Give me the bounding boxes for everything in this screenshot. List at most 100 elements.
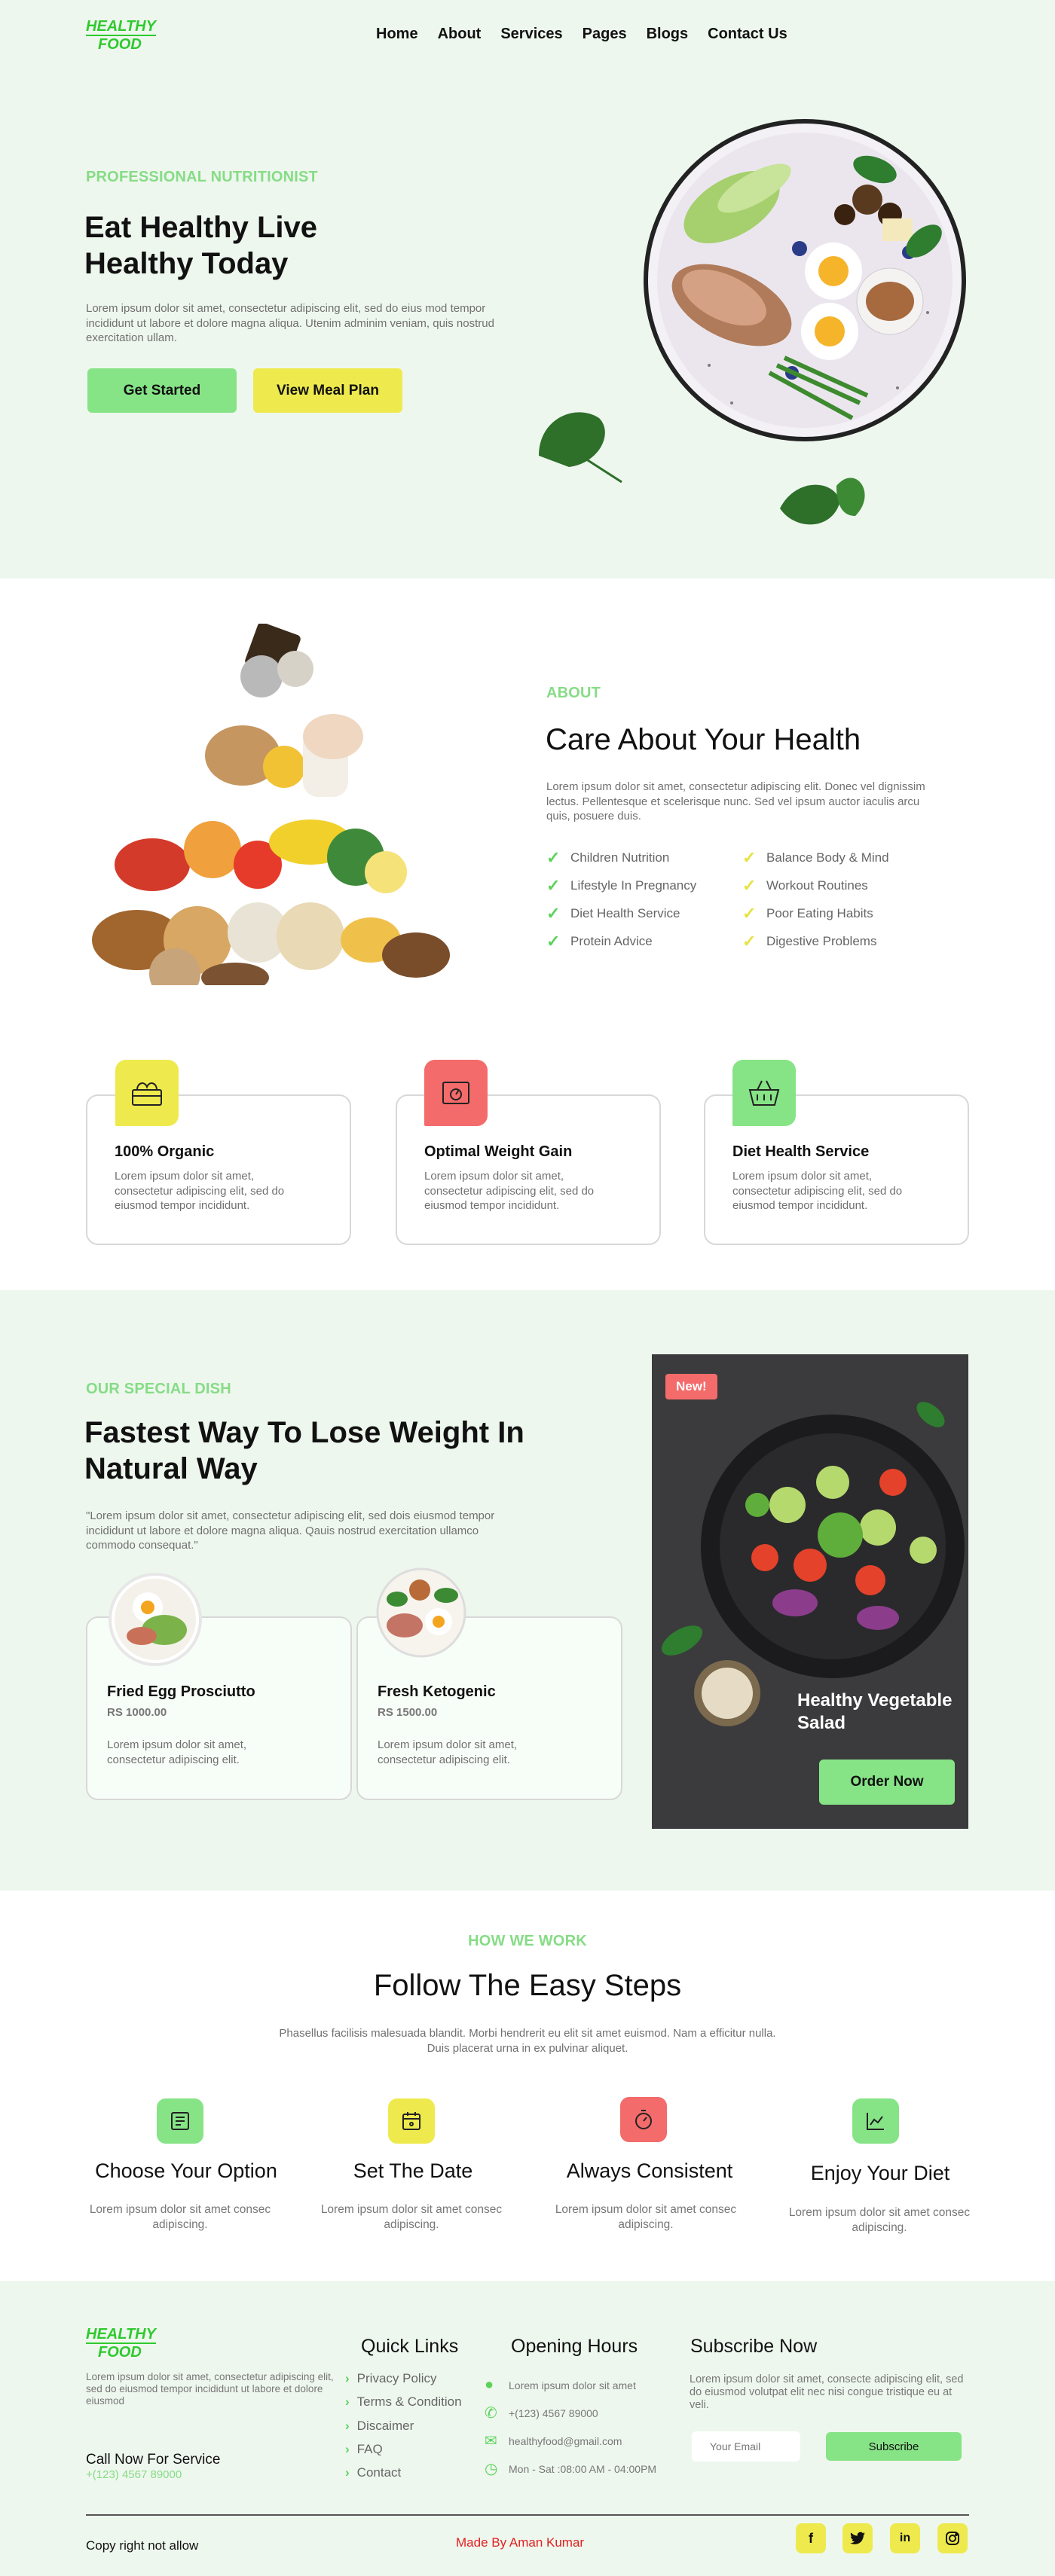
footer-link-privacy[interactable]: › Privacy Policy [345,2371,436,2386]
opening-text: +(123) 4567 89000 [509,2407,598,2419]
brand-line2: FOOD [98,2344,142,2361]
about-title: Care About Your Health [546,723,861,756]
chevron-right-icon: › [345,2442,350,2456]
instagram-icon[interactable] [937,2523,968,2553]
hero-text: Lorem ipsum dolor sit amet, consectetur … [86,302,494,344]
how-title: Follow The Easy Steps [373,1969,682,2002]
special-text: "Lorem ipsum dolor sit amet, consectetur… [86,1509,495,1552]
subscribe-button[interactable]: Subscribe [826,2432,962,2461]
opening-hours-title: Opening Hours [511,2336,638,2357]
feature-item: ✓ Poor Eating Habits [742,899,889,927]
new-badge: New! [665,1374,717,1399]
email-input[interactable] [692,2431,800,2462]
service-text: Lorem ipsum dolor sit amet, consectetur … [115,1170,285,1212]
linkedin-icon[interactable]: in [890,2523,920,2553]
feature-item: ✓ Workout Routines [742,871,889,899]
about-kicker: ABOUT [546,685,601,701]
opening-item: ◷ Mon - Sat :08:00 AM - 04:00PM [485,2455,673,2483]
facebook-icon[interactable]: f [796,2523,826,2553]
subscribe-text: Lorem ipsum dolor sit amet, consecte adi… [690,2373,964,2411]
link-label: Terms & Condition [356,2394,462,2409]
stopwatch-icon [620,2097,667,2142]
special-title: Fastest Way To Lose Weight In Natural Wa… [84,1415,524,1487]
footer-link-terms[interactable]: › Terms & Condition [345,2394,462,2410]
opening-text: Lorem ipsum dolor sit amet [509,2379,636,2391]
step-title: Enjoy Your Diet [810,2162,950,2184]
step-text: Lorem ipsum dolor sit amet consec adipis… [320,2203,503,2231]
how-we-work-section: HOW WE WORK Follow The Easy Steps Phasel… [0,1891,1055,2281]
scale-icon [424,1060,488,1126]
nav-blogs[interactable]: Blogs [647,26,689,43]
nav-about[interactable]: About [438,26,482,43]
dish-image [109,1573,202,1666]
quick-links-title: Quick Links [361,2336,459,2357]
service-card-diet: Diet Health Service Lorem ipsum dolor si… [704,1060,969,1245]
feature-item: ✓ Diet Health Service [546,899,696,927]
brand-line1: HEALTHY [86,2326,156,2344]
copyright-text: Copy right not allow [86,2538,199,2553]
chevron-right-icon: › [345,2465,350,2480]
twitter-icon[interactable] [842,2523,873,2553]
features-left-list: ✓ Children Nutrition ✓ Lifestyle In Pregna… [546,844,696,955]
nav-services[interactable]: Services [500,26,562,43]
dish-card[interactable]: Fried Egg Prosciutto RS 1000.00 Lorem ip… [86,1573,352,1800]
step-text: Lorem ipsum dolor sit amet consec adipis… [89,2203,271,2231]
footer-link-faq[interactable]: › FAQ [345,2442,383,2457]
footer-link-disclaimer[interactable]: › Discaimer [345,2419,414,2434]
step-title: Choose Your Option [95,2159,277,2182]
promo-card: New! Healthy Vegetable Salad Order Now [652,1354,968,1829]
mail-icon: ✉ [485,2433,497,2449]
order-now-button[interactable]: Order Now [819,1760,955,1805]
opening-list: ● Lorem ipsum dolor sit amet ✆ +(123) 4567… [485,2371,673,2483]
promo-title-line2: Salad [797,1713,846,1733]
dish-name: Fried Egg Prosciutto [107,1683,255,1700]
spinach-leaf-image [531,403,629,486]
nav-home[interactable]: Home [376,26,418,43]
call-label: Call Now For Service [86,2452,221,2468]
link-label: FAQ [356,2442,383,2456]
footer-link-contact[interactable]: › Contact [345,2465,401,2480]
clock-icon: ◷ [485,2461,498,2477]
dish-name: Fresh Ketogenic [378,1683,496,1700]
chevron-right-icon: › [345,2394,350,2409]
view-meal-plan-button[interactable]: View Meal Plan [253,368,402,413]
footer-about-text: Lorem ipsum dolor sit amet, consectetur … [86,2371,334,2407]
crate-icon [115,1060,179,1126]
feature-item: ✓ Lifestyle In Pregnancy [546,871,696,899]
dish-image [375,1561,468,1659]
brand-logo[interactable]: HEALTHY FOOD [86,18,156,53]
nav-pages[interactable]: Pages [583,26,627,43]
dish-text: Lorem ipsum dolor sit amet, consectetur … [378,1738,518,1766]
opening-text: healthyfood@gmail.com [509,2434,622,2447]
footer-logo[interactable]: HEALTHY FOOD [86,2326,156,2361]
special-dish-section: OUR SPECIAL DISH Fastest Way To Lose Wei… [0,1290,1055,1891]
hero-kicker: PROFESSIONAL NUTRITIONIST [86,169,318,185]
special-title-line2: Natural Way [84,1452,258,1485]
calendar-icon [388,2098,435,2144]
checkmark-icon: ✓ [742,903,757,923]
chart-icon [852,2098,899,2144]
step-title: Set The Date [353,2159,473,2182]
service-title: 100% Organic [115,1143,215,1160]
hero-plate-image [641,117,968,444]
step-title: Always Consistent [566,2159,733,2182]
main-nav: Home About Services Pages Blogs Contact … [376,26,807,43]
feature-label: Balance Body & Mind [766,850,889,865]
get-started-button[interactable]: Get Started [87,368,237,413]
call-number[interactable]: +(123) 4567 89000 [86,2468,182,2481]
promo-title: Healthy Vegetable Salad [797,1689,952,1735]
hero-title: Eat Healthy Live Healthy Today [84,209,317,282]
salad-bowl-image [652,1354,968,1829]
dish-price: RS 1000.00 [107,1706,167,1719]
nav-contact[interactable]: Contact Us [708,26,787,43]
opening-text: Mon - Sat :08:00 AM - 04:00PM [509,2462,657,2475]
how-kicker: HOW WE WORK [468,1933,587,1949]
feature-label: Workout Routines [766,877,868,893]
step-text: Lorem ipsum dolor sit amet consec adipis… [788,2206,971,2234]
how-text-line2: Duis placerat urna in ex pulvinar alique… [427,2041,628,2055]
dish-card[interactable]: Fresh Ketogenic RS 1500.00 Lorem ipsum d… [356,1567,622,1800]
subscribe-title: Subscribe Now [690,2336,818,2357]
features-right-list: ✓ Balance Body & Mind ✓ Workout Routines ✓… [742,844,889,955]
checkmark-icon: ✓ [742,875,757,895]
how-text-line1: Phasellus facilisis malesuada blandit. M… [279,2027,776,2040]
